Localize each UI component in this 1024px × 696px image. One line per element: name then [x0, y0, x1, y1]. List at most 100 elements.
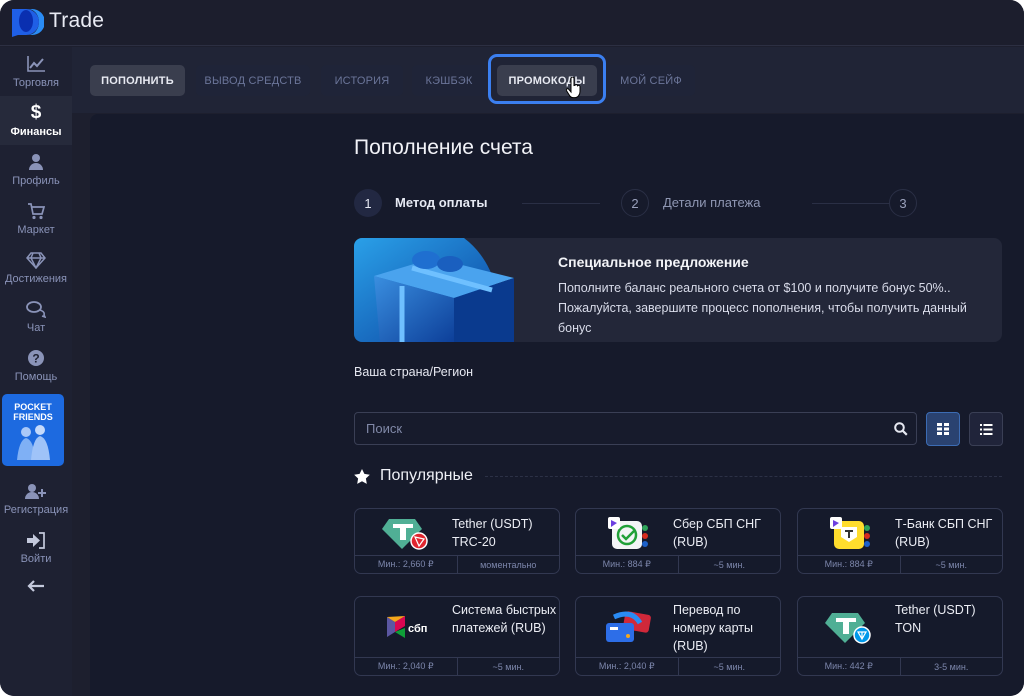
finance-tabs: Пополнить Вывод средств История Кэшбэк П…: [72, 47, 1024, 113]
tether-ton-icon: [825, 613, 871, 644]
section-divider: [484, 475, 1002, 477]
region-label: Ваша страна/Регион: [354, 365, 474, 379]
sidebar-item-trading[interactable]: Торговля: [0, 47, 72, 96]
sidebar-item-profile[interactable]: Профиль: [0, 145, 72, 194]
sidebar-item-help[interactable]: ? Помощь: [0, 341, 72, 390]
min-amount: Мин.: 884 ₽: [576, 556, 679, 573]
sidebar-item-label: Войти: [20, 553, 52, 565]
step-1-number: 1: [354, 189, 382, 217]
diamond-icon: [26, 250, 46, 270]
star-icon: [354, 468, 370, 484]
payment-method-name: Tether (USDT) TRC-20: [452, 517, 533, 549]
list-view-button[interactable]: [969, 412, 1003, 446]
processing-time: ~5 мин.: [935, 559, 967, 570]
step-1-label: Метод оплаты: [395, 195, 488, 210]
pocket-friends-line2: FRIENDS: [13, 412, 53, 422]
sidebar-item-label: Профиль: [12, 175, 60, 187]
friends-illustration-icon: [17, 425, 50, 460]
popular-section-header: Популярные: [354, 467, 1002, 485]
step-indicator: 1 Метод оплаты 2 Детали платежа 3: [354, 189, 1004, 217]
page-title: Пополнение счета: [354, 136, 533, 159]
sidebar-item-achievements[interactable]: Достижения: [0, 243, 72, 292]
tab-deposit[interactable]: Пополнить: [90, 65, 185, 96]
step-2-number: 2: [621, 189, 649, 217]
payment-card-sbp[interactable]: сбп Система быстрых платежей (RUB) Мин.:…: [354, 596, 560, 676]
sidebar-item-label: Финансы: [10, 126, 62, 138]
payment-method-name: Перевод по номеру карты (RUB): [673, 603, 754, 653]
processing-time: ~5 мин.: [713, 661, 745, 672]
logo-text: Trade: [49, 9, 105, 32]
promo-text: Пополните баланс реального счета от $100…: [558, 281, 967, 335]
sber-sbp-icon: [608, 517, 648, 549]
svg-text:?: ?: [32, 352, 39, 366]
grid-icon: [936, 423, 949, 435]
top-header: Trade: [0, 0, 1024, 46]
cart-icon: [27, 201, 45, 221]
sidebar-item-label: Достижения: [4, 273, 68, 285]
payment-method-name: Сбер СБП СНГ (RUB): [673, 517, 761, 549]
main-panel: Пополнение счета 1 Метод оплаты 2 Детали…: [90, 114, 1024, 696]
processing-time: ~5 мин.: [492, 661, 524, 672]
app-window: Trade Торговля $ Финансы Профиль Маркет: [0, 0, 1024, 696]
payment-card-sber-sbp[interactable]: Сбер СБП СНГ (RUB) Мин.: 884 ₽ ~5 мин.: [575, 508, 781, 574]
search-icon[interactable]: [886, 421, 916, 436]
help-icon: ?: [27, 348, 45, 368]
sidebar: Торговля $ Финансы Профиль Маркет Достиж…: [0, 47, 72, 696]
list-icon: [979, 423, 992, 435]
gift-box-icon: [354, 238, 514, 342]
chat-icon: [26, 299, 46, 319]
card-transfer-icon: [606, 611, 651, 642]
search-field: [354, 412, 917, 445]
min-amount: Мин.: 2,040 ₽: [576, 658, 679, 675]
sidebar-item-label: Торговля: [13, 77, 59, 89]
chart-line-icon: [26, 54, 46, 74]
payment-method-name: Tether (USDT) TON: [895, 603, 976, 635]
tether-trc20-icon: [382, 519, 428, 550]
payment-method-name: Система быстрых платежей (RUB): [452, 603, 557, 635]
user-plus-icon: [25, 481, 47, 501]
sidebar-item-label: Маркет: [17, 224, 55, 236]
min-amount: Мин.: 2,660 ₽: [355, 556, 458, 573]
search-input[interactable]: [355, 413, 886, 444]
min-amount: Мин.: 2,040 ₽: [355, 658, 458, 675]
tbank-sbp-icon: [830, 517, 870, 549]
step-divider: [812, 203, 890, 204]
sidebar-item-finance[interactable]: $ Финансы: [0, 96, 72, 145]
payment-card-tether-ton[interactable]: Tether (USDT) TON Мин.: 442 ₽ 3-5 мин.: [797, 596, 1003, 676]
sidebar-item-label: Помощь: [14, 371, 58, 383]
section-title: Популярные: [380, 467, 473, 484]
payment-card-tbank-sbp[interactable]: Т-Банк СБП СНГ (RUB) Мин.: 884 ₽ ~5 мин.: [797, 508, 1003, 574]
sign-in-icon: [26, 530, 46, 550]
min-amount: Мин.: 442 ₽: [798, 658, 901, 675]
tab-withdraw[interactable]: Вывод средств: [196, 65, 310, 96]
mouse-cursor-icon: [566, 77, 581, 99]
tab-history[interactable]: История: [321, 65, 403, 96]
arrow-left-icon: [27, 576, 45, 596]
tab-cashback[interactable]: Кэшбэк: [412, 65, 486, 96]
special-offer-banner: Специальное предложение Пополните баланс…: [354, 238, 1002, 342]
sidebar-item-market[interactable]: Маркет: [0, 194, 72, 243]
pocket-friends-line1: POCKET: [14, 402, 52, 412]
collapse-sidebar-button[interactable]: [0, 572, 72, 602]
processing-time: моментально: [480, 559, 537, 570]
payment-card-tether-trc20[interactable]: Tether (USDT) TRC-20 Мин.: 2,660 ₽ момен…: [354, 508, 560, 574]
payment-card-card-transfer[interactable]: Перевод по номеру карты (RUB) Мин.: 2,04…: [575, 596, 781, 676]
tab-promocodes[interactable]: Промокоды: [497, 65, 597, 96]
sbp-icon: сбп: [387, 616, 427, 638]
min-amount: Мин.: 884 ₽: [798, 556, 901, 573]
payment-method-name: Т-Банк СБП СНГ (RUB): [895, 517, 993, 549]
sidebar-item-register[interactable]: Регистрация: [0, 474, 72, 523]
step-2-label: Детали платежа: [663, 195, 761, 210]
pocket-friends-banner[interactable]: POCKET FRIENDS: [2, 394, 64, 466]
user-icon: [28, 152, 44, 172]
sidebar-item-chat[interactable]: Чат: [0, 292, 72, 341]
sidebar-item-login[interactable]: Войти: [0, 523, 72, 572]
sidebar-item-label: Регистрация: [3, 504, 69, 516]
dollar-icon: $: [30, 102, 42, 123]
grid-view-button[interactable]: [926, 412, 960, 446]
sidebar-item-label: Чат: [26, 322, 46, 334]
logo[interactable]: Trade: [10, 7, 105, 37]
svg-text:сбп: сбп: [408, 623, 427, 635]
tab-my-safe[interactable]: Мой сейф: [607, 65, 695, 96]
processing-time: 3-5 мин.: [934, 661, 969, 672]
